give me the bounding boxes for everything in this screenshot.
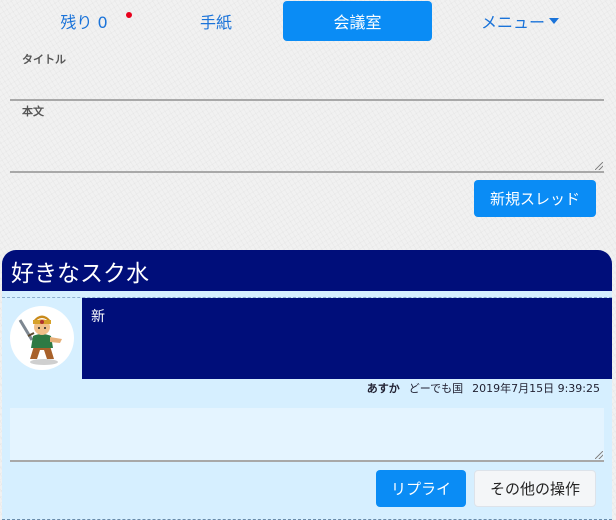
top-nav: 残り 0 手紙 会議室 メニュー	[0, 0, 616, 42]
caret-down-icon	[549, 18, 559, 24]
reply-button-label: リプライ	[390, 480, 451, 498]
nav-conference-label: 会議室	[333, 13, 382, 32]
nav-menu[interactable]: メニュー	[460, 1, 580, 41]
thread-header: 好きなスク水	[2, 250, 612, 291]
title-field-label: タイトル	[22, 53, 66, 66]
body-field-label: 本文	[22, 105, 44, 118]
nav-letters-label: 手紙	[199, 13, 232, 32]
post-timestamp: 2019年7月15日 9:39:25	[472, 382, 600, 395]
thread-title: 好きなスク水	[11, 260, 149, 287]
nav-remaining[interactable]: 残り 0	[24, 1, 144, 41]
reply-button[interactable]: リプライ	[376, 470, 466, 507]
new-thread-button[interactable]: 新規スレッド	[474, 180, 596, 217]
body-field[interactable]	[10, 102, 604, 172]
post-text: 新	[91, 309, 105, 325]
nav-letters[interactable]: 手紙	[156, 1, 276, 41]
resize-grip-icon[interactable]	[595, 162, 603, 170]
body-field-underline	[10, 171, 604, 173]
nav-remaining-label: 残り 0	[60, 13, 108, 32]
thread-card: 好きなスク水 新 あすか どーでも国 2019年7月15日 9:39:25 リプ…	[2, 250, 612, 520]
nav-conference-room[interactable]: 会議室	[283, 1, 432, 41]
new-thread-button-label: 新規スレッド	[489, 190, 580, 208]
title-field-underline	[10, 99, 604, 101]
reply-input[interactable]	[10, 408, 604, 462]
warrior-avatar-icon	[18, 315, 62, 365]
title-field[interactable]	[10, 48, 604, 102]
post-country[interactable]: どーでも国	[409, 380, 463, 396]
post-meta: あすか どーでも国 2019年7月15日 9:39:25	[2, 380, 600, 396]
resize-grip-icon[interactable]	[595, 451, 603, 459]
notification-dot-icon	[126, 12, 132, 18]
nav-menu-label: メニュー	[480, 13, 545, 32]
post-author[interactable]: あすか	[367, 380, 400, 396]
other-actions-button[interactable]: その他の操作	[474, 470, 596, 507]
post-body: 新	[82, 298, 612, 379]
avatar[interactable]	[10, 306, 74, 370]
other-actions-button-label: その他の操作	[489, 480, 580, 498]
